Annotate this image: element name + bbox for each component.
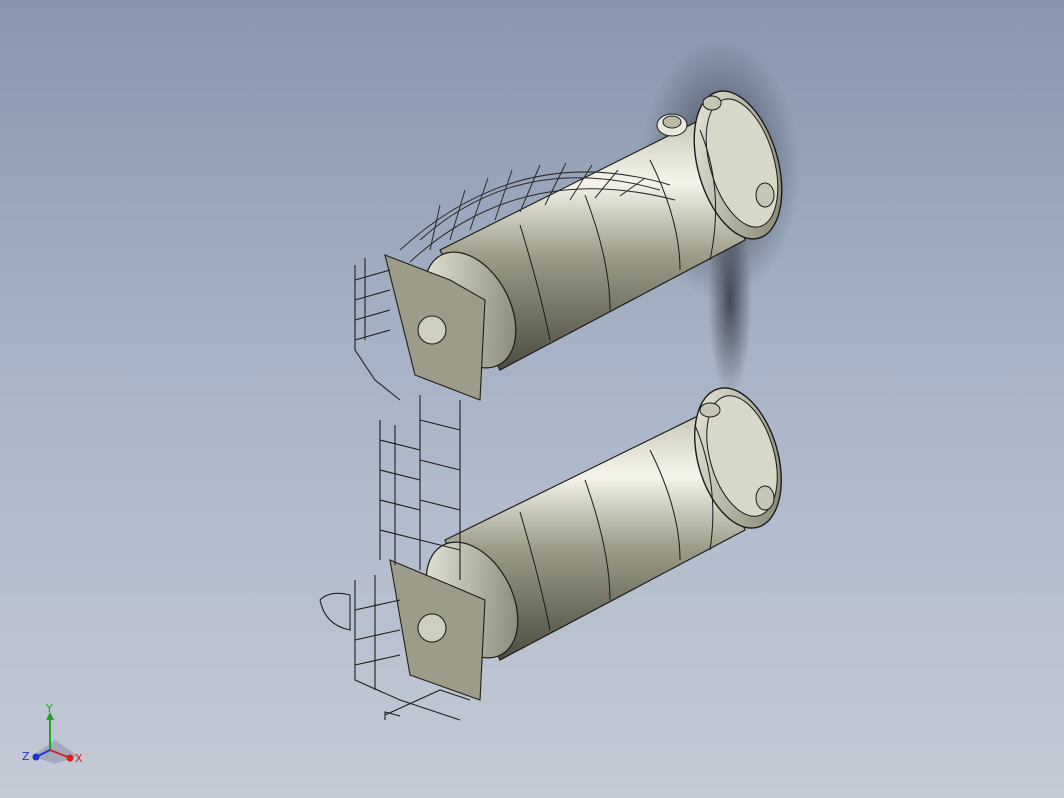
z-arrow-icon <box>32 753 40 761</box>
port-hole <box>702 95 722 111</box>
x-axis-label: X <box>75 752 83 765</box>
x-arrow-icon <box>66 754 74 762</box>
port-hole <box>699 402 721 418</box>
manway-icon <box>417 613 447 643</box>
port-hole <box>755 182 775 208</box>
nozzle-icon <box>656 113 688 137</box>
port-hole <box>755 485 775 511</box>
coordinate-triad[interactable]: Y X Z <box>20 700 90 770</box>
lower-support-bracket <box>384 689 471 720</box>
cad-graphics-viewport[interactable]: Y X Z <box>0 0 1064 798</box>
manway-icon <box>417 315 447 345</box>
z-axis-label: Z <box>22 750 30 763</box>
model-view[interactable] <box>0 0 1064 798</box>
platform-frame[interactable] <box>319 254 486 721</box>
y-axis-label: Y <box>45 702 53 715</box>
